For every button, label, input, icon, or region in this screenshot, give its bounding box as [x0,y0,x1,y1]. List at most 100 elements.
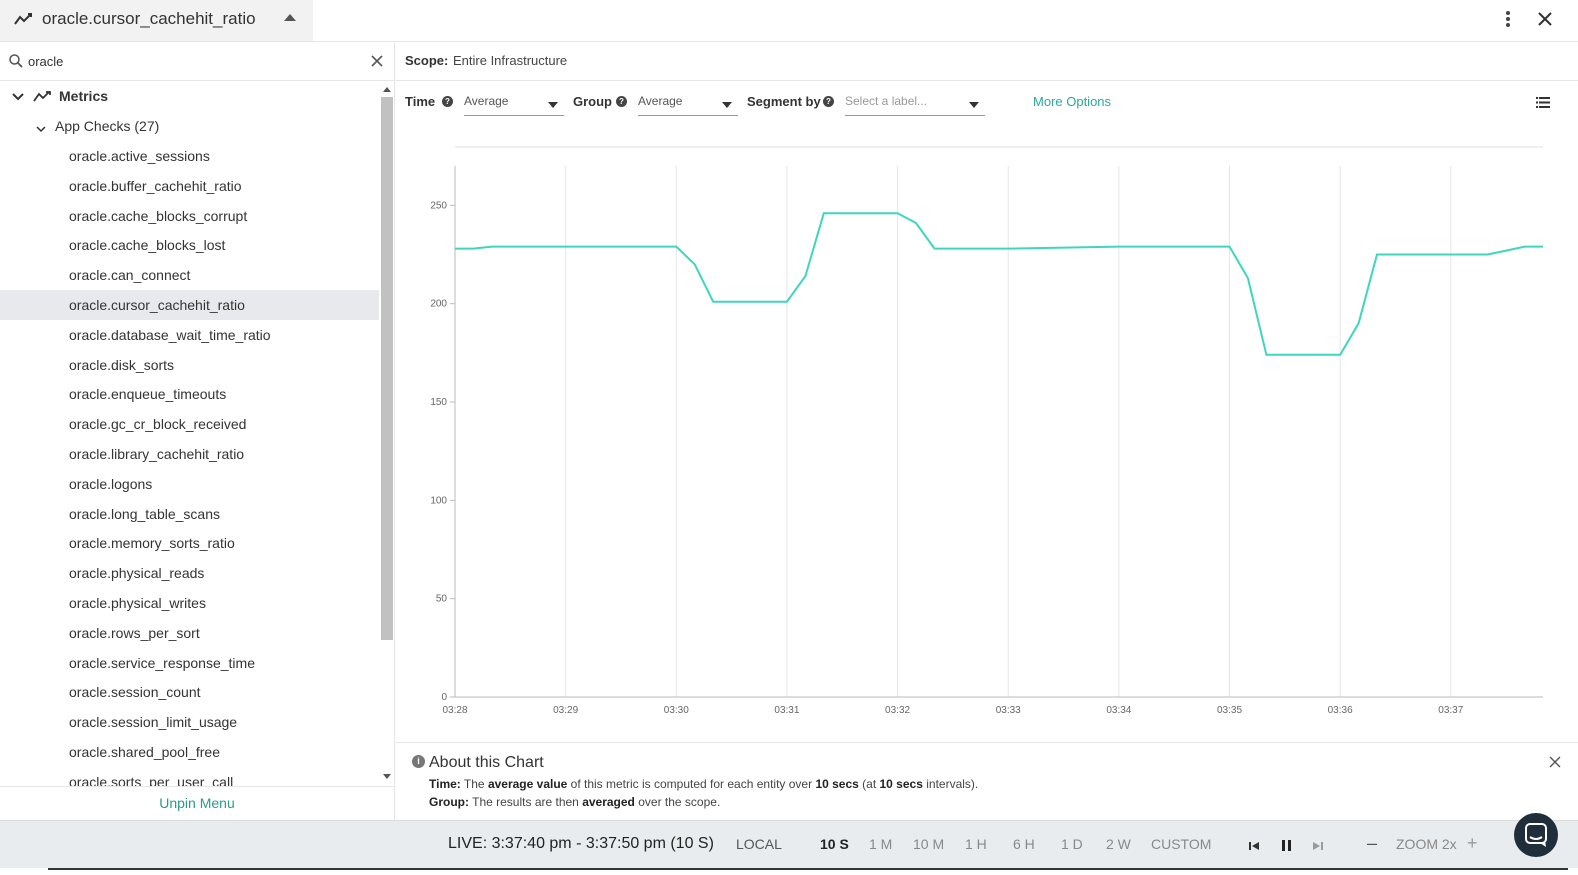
metric-item[interactable]: oracle.service_response_time [0,648,379,678]
metric-item[interactable]: oracle.cursor_cachehit_ratio [0,290,379,320]
time-aggregation-select[interactable]: Average [464,90,564,116]
scope-bar: Scope: Entire Infrastructure [396,42,1578,81]
help-icon[interactable]: ? [823,96,834,107]
metric-item[interactable]: oracle.logons [0,469,379,499]
scroll-down-icon[interactable] [383,774,391,779]
range-6h-button[interactable]: 6 H [1013,836,1035,852]
metric-item[interactable]: oracle.physical_reads [0,558,379,588]
x-tick-label: 03:33 [996,705,1021,716]
about-text: The [463,777,488,791]
metric-item[interactable]: oracle.memory_sorts_ratio [0,528,379,558]
close-about-icon[interactable] [1549,756,1561,771]
more-vert-icon[interactable] [1500,9,1516,31]
metric-item-label: oracle.logons [69,475,153,492]
range-custom-button[interactable]: CUSTOM [1151,836,1211,852]
metric-item[interactable]: oracle.sorts_per_user_call [0,767,379,786]
timezone-toggle[interactable]: LOCAL [736,836,782,852]
about-emphasis: 10 secs [815,777,859,791]
metric-item-label: oracle.active_sessions [69,148,210,164]
unpin-menu-button[interactable]: Unpin Menu [0,786,394,820]
metric-item[interactable]: oracle.enqueue_timeouts [0,379,379,409]
tree-node-label: App Checks (27) [55,118,160,134]
metric-item-label: oracle.disk_sorts [69,356,175,373]
about-title: About this Chart [429,754,544,771]
metric-item[interactable]: oracle.shared_pool_free [0,737,379,767]
y-tick-label: 150 [430,397,447,408]
metric-item[interactable]: oracle.long_table_scans [0,499,379,529]
metric-item[interactable]: oracle.gc_cr_block_received [0,409,379,439]
caret-down-icon [722,102,732,108]
scope-value[interactable]: Entire Infrastructure [453,53,567,68]
metric-item[interactable]: oracle.physical_writes [0,588,379,618]
metric-item-label: oracle.gc_cr_block_received [69,416,247,433]
range-1d-button[interactable]: 1 D [1061,836,1083,852]
tree-node-app-checks[interactable]: App Checks (27) [0,111,379,141]
metric-item[interactable]: oracle.disk_sorts [0,350,379,380]
metric-item-label: oracle.long_table_scans [69,505,220,522]
help-icon[interactable]: ? [442,96,453,107]
pause-icon[interactable] [1282,839,1292,854]
chevron-down-icon[interactable] [12,90,24,105]
live-time-range: LIVE: 3:37:40 pm - 3:37:50 pm (10 S) [448,835,714,852]
clear-search-icon[interactable] [370,54,384,71]
metric-item-label: oracle.database_wait_time_ratio [69,326,271,343]
search-input[interactable] [28,52,358,70]
metric-title-tab[interactable]: oracle.cursor_cachehit_ratio [0,0,313,41]
chart-area[interactable]: 03:28 03:29 03:30 03:31 03:32 03:33 03:34 03:35… [396,128,1578,742]
tree-node-metrics[interactable]: Metrics [0,81,379,111]
zoom-out-button[interactable]: – [1367,833,1377,854]
zoom-level: ZOOM 2x [1396,836,1457,852]
line-chart[interactable]: 03:28 03:29 03:30 03:31 03:32 03:33 03:34 03:35… [396,128,1578,742]
metric-item[interactable]: oracle.database_wait_time_ratio [0,320,379,350]
metric-item[interactable]: oracle.buffer_cachehit_ratio [0,171,379,201]
range-10m-button[interactable]: 10 M [913,836,944,852]
x-tick-label: 03:28 [442,705,467,716]
metric-item-label: oracle.can_connect [69,267,191,284]
range-1m-button[interactable]: 1 M [869,836,892,852]
range-1h-button[interactable]: 1 H [965,836,987,852]
caret-down-icon [548,102,558,108]
about-text: (at [858,777,880,791]
segment-by-select[interactable]: Select a label... [845,90,985,116]
y-tick-label: 200 [430,299,447,310]
about-text: The results are then [472,795,583,809]
metrics-sidebar: Metrics App Checks (27) oracle.active_se… [0,42,395,820]
help-icon[interactable]: ? [616,96,627,107]
metric-item[interactable]: oracle.can_connect [0,260,379,290]
skip-forward-icon[interactable] [1313,839,1323,854]
time-label: Time [405,94,436,109]
segment-by-label: Segment by [747,94,821,109]
search-icon [9,54,23,71]
metric-item[interactable]: oracle.session_limit_usage [0,707,379,737]
about-emphasis: averaged [582,795,635,809]
close-icon[interactable] [1535,9,1555,29]
chat-support-button[interactable] [1514,813,1558,857]
group-aggregation-select[interactable]: Average [638,90,738,116]
caret-up-icon[interactable] [284,14,296,21]
zoom-in-button[interactable]: + [1467,833,1478,854]
metric-item[interactable]: oracle.library_cachehit_ratio [0,439,379,469]
list-icon[interactable] [1536,96,1550,111]
chart-controls: Time ? Average Group ? Average Segment b… [396,82,1578,127]
metric-item[interactable]: oracle.session_count [0,677,379,707]
sidebar-scrollbar[interactable] [380,81,394,786]
scroll-up-icon[interactable] [383,87,391,92]
metric-item[interactable]: oracle.cache_blocks_lost [0,230,379,260]
metric-item[interactable]: oracle.cache_blocks_corrupt [0,201,379,231]
window-bottom-edge [0,868,1578,875]
metric-title: oracle.cursor_cachehit_ratio [42,9,256,28]
about-time-line: Time: The average value of this metric i… [429,777,978,791]
chevron-down-icon[interactable] [36,121,46,136]
scrollbar-thumb[interactable] [381,97,393,640]
x-tick-label: 03:31 [774,705,799,716]
range-2w-button[interactable]: 2 W [1106,836,1131,852]
metric-item-label: oracle.cache_blocks_lost [69,237,226,254]
metric-item[interactable]: oracle.active_sessions [0,141,379,171]
metric-item[interactable]: oracle.rows_per_sort [0,618,379,648]
range-10s-button[interactable]: 10 S [820,836,849,852]
more-options-link[interactable]: More Options [1033,94,1111,109]
metric-item-label: oracle.session_limit_usage [69,714,238,731]
x-tick-label: 03:29 [553,705,578,716]
y-tick-label: 250 [430,200,447,211]
skip-back-icon[interactable] [1249,839,1259,854]
